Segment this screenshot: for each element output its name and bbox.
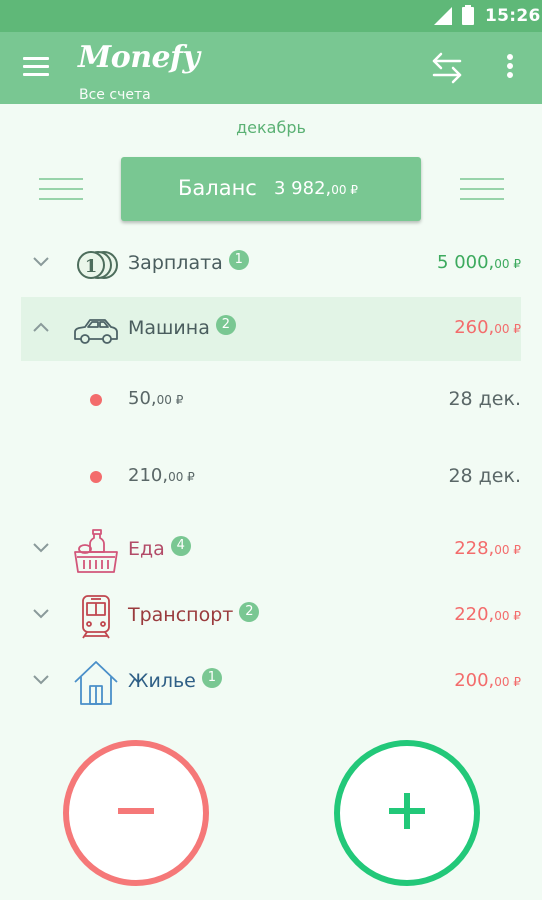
count-badge: 2 [239, 602, 260, 622]
coins-icon: 1 [77, 251, 118, 279]
category-row-transport[interactable]: Транспорт 2 220,00 ₽ [21, 584, 521, 648]
category-name: Транспорт 2 [128, 602, 260, 628]
food-basket-icon [74, 529, 118, 573]
clock: 15:26 [485, 6, 541, 26]
car-icon [74, 319, 118, 344]
category-amount: 220,00 ₽ [454, 604, 521, 625]
expense-dot-icon [90, 471, 102, 483]
right-panel-icon[interactable] [460, 178, 504, 202]
period-label[interactable]: декабрь [0, 118, 542, 137]
menu-icon[interactable] [23, 57, 49, 79]
category-row-salary[interactable]: 1 Зарплата 1 5 000,00 ₽ [21, 232, 521, 296]
category-amount: 228,00 ₽ [454, 538, 521, 559]
balance-amount: 3 982,00 ₽ [274, 178, 358, 199]
balance-label: Баланс [178, 176, 257, 200]
add-income-button[interactable] [334, 740, 480, 886]
chevron-down-icon[interactable] [33, 609, 49, 619]
balance-button[interactable]: Баланс 3 982,00 ₽ [121, 157, 421, 221]
train-icon [82, 595, 110, 639]
transaction-date: 28 дек. [448, 388, 521, 410]
chevron-down-icon[interactable] [33, 257, 49, 267]
chevron-up-icon[interactable] [33, 322, 49, 332]
left-panel-icon[interactable] [39, 178, 83, 202]
chevron-down-icon[interactable] [33, 675, 49, 685]
transaction-row[interactable]: 50,00 ₽ 28 дек. [21, 372, 521, 432]
house-icon [74, 661, 118, 705]
expense-dot-icon [90, 394, 102, 406]
category-name: Зарплата 1 [128, 250, 249, 276]
count-badge: 2 [215, 315, 236, 335]
account-selector[interactable]: Все счета [79, 87, 151, 103]
chevron-down-icon[interactable] [33, 543, 49, 553]
category-name: Жилье 1 [128, 668, 222, 694]
app-bar: Monefy Все счета [0, 32, 542, 104]
battery-icon [462, 5, 474, 25]
category-row-food[interactable]: Еда 4 228,00 ₽ [21, 518, 521, 582]
minus-icon [118, 808, 154, 814]
transaction-amount: 210,00 ₽ [128, 465, 195, 486]
category-amount: 200,00 ₽ [454, 670, 521, 691]
count-badge: 1 [201, 668, 222, 688]
transaction-row[interactable]: 210,00 ₽ 28 дек. [21, 449, 521, 509]
add-expense-button[interactable] [63, 740, 209, 886]
signal-icon [434, 7, 452, 25]
category-name: Еда 4 [128, 536, 191, 562]
category-amount: 5 000,00 ₽ [437, 252, 521, 273]
count-badge: 1 [228, 250, 249, 270]
svg-text:1: 1 [85, 256, 98, 277]
transfer-icon[interactable] [430, 50, 464, 86]
count-badge: 4 [170, 536, 191, 556]
category-amount: 260,00 ₽ [454, 317, 521, 338]
status-bar: 15:26 [0, 0, 542, 32]
transaction-amount: 50,00 ₽ [128, 388, 184, 409]
more-icon[interactable] [505, 54, 515, 82]
transaction-date: 28 дек. [448, 465, 521, 487]
app-logo: Monefy [78, 40, 200, 75]
category-name: Машина 2 [128, 315, 236, 341]
category-row-housing[interactable]: Жилье 1 200,00 ₽ [21, 650, 521, 714]
category-row-car[interactable]: Машина 2 260,00 ₽ [21, 297, 521, 361]
